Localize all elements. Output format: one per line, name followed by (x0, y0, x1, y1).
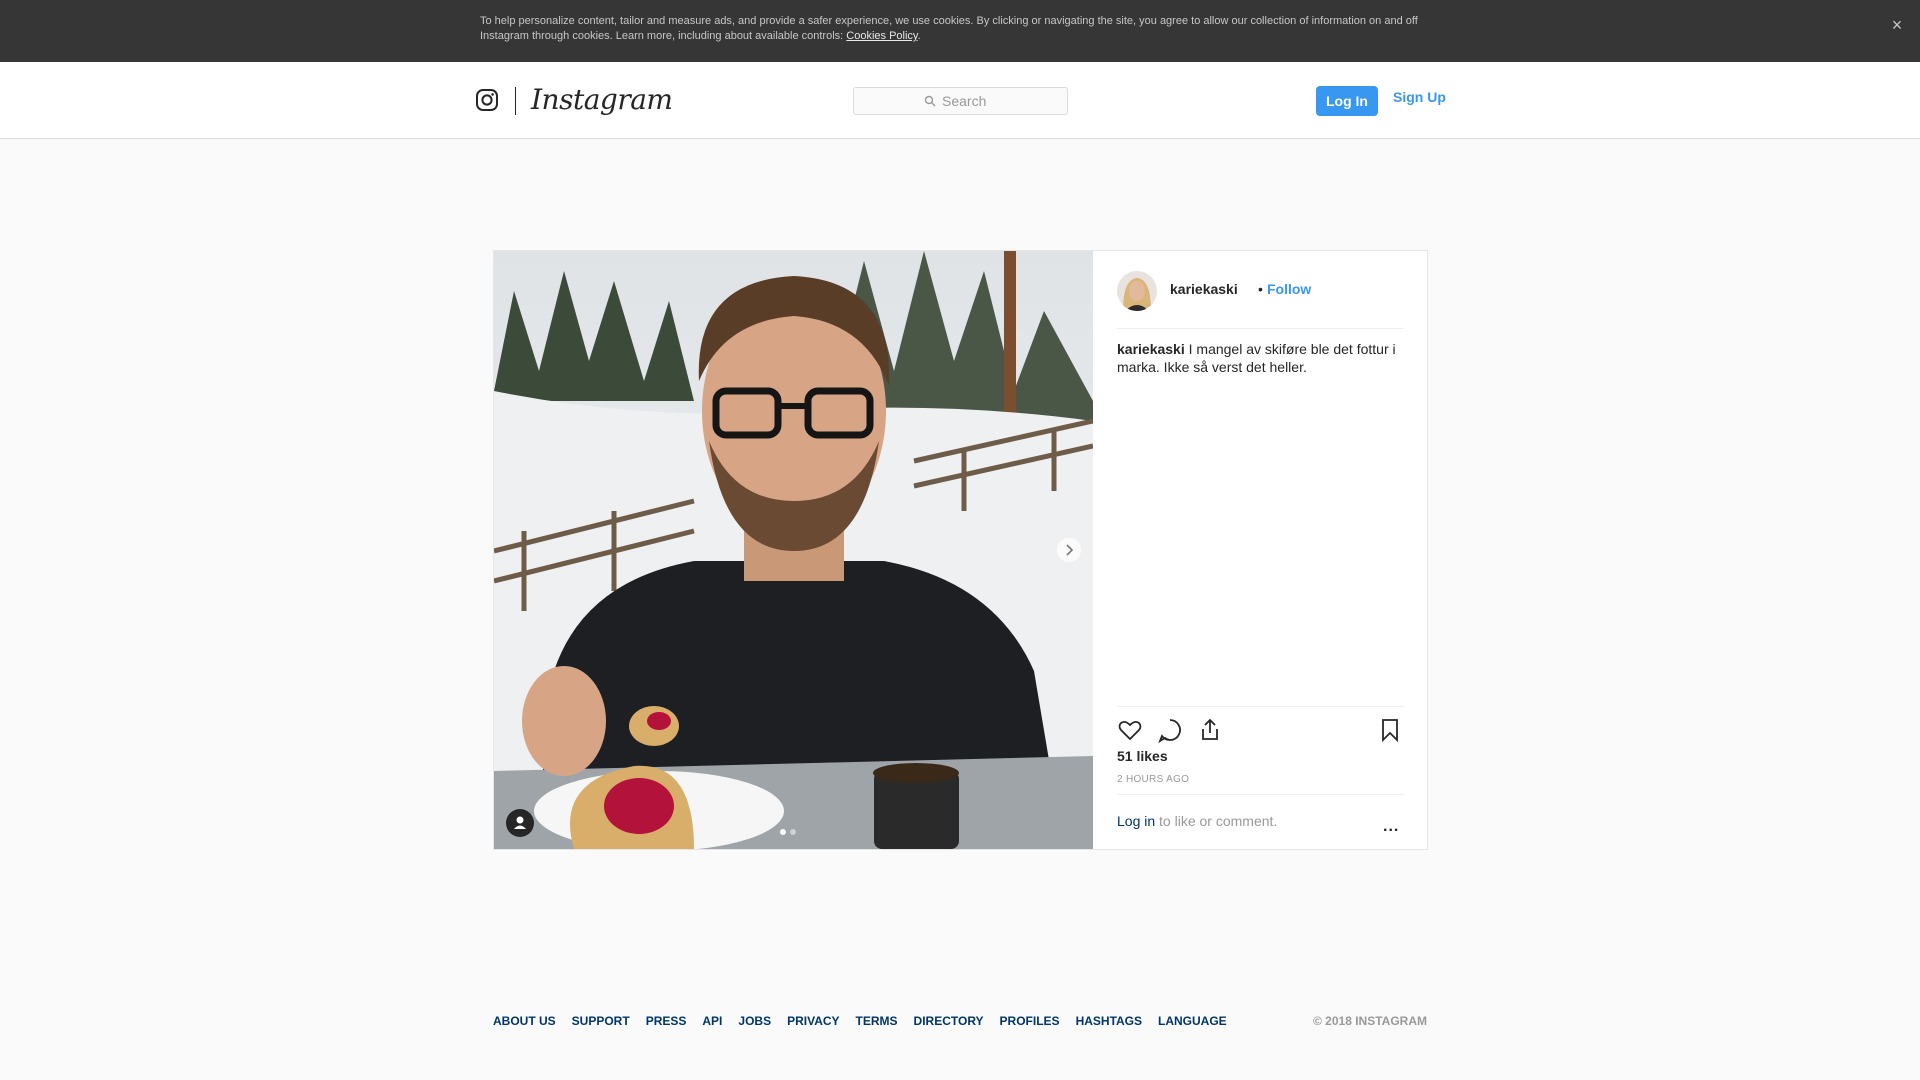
close-icon[interactable]: × (1886, 14, 1908, 36)
footer-link-press[interactable]: PRESS (646, 1014, 687, 1028)
footer-link-directory[interactable]: DIRECTORY (914, 1014, 984, 1028)
footer-link-api[interactable]: API (702, 1014, 722, 1028)
cookie-text-body: To help personalize content, tailor and … (480, 15, 1418, 42)
comment-icon[interactable] (1156, 716, 1184, 744)
instagram-camera-icon[interactable] (475, 88, 499, 112)
search-icon (924, 95, 936, 107)
separator-dot: • (1258, 281, 1263, 297)
copyright: © 2018 INSTAGRAM (1313, 1014, 1427, 1028)
post-photo-image (494, 251, 1093, 849)
follow-button[interactable]: Follow (1267, 281, 1311, 297)
search-input[interactable]: Search (853, 87, 1068, 115)
footer-link-hashtags[interactable]: HASHTAGS (1076, 1014, 1142, 1028)
log-in-link[interactable]: Log in (1117, 813, 1155, 829)
login-prompt-text: to like or comment. (1155, 813, 1278, 829)
post-timestamp[interactable]: 2 HOURS AGO (1117, 774, 1189, 785)
login-prompt: Log in to like or comment. (1117, 813, 1277, 829)
log-in-button[interactable]: Log In (1316, 86, 1378, 116)
post-caption: kariekaski I mangel av skiføre ble det f… (1117, 340, 1407, 376)
post-username[interactable]: kariekaski (1170, 281, 1238, 297)
post-photo[interactable] (494, 251, 1093, 849)
footer-link-privacy[interactable]: PRIVACY (787, 1014, 839, 1028)
caption-username[interactable]: kariekaski (1117, 341, 1185, 357)
share-icon[interactable] (1196, 716, 1224, 744)
sign-up-link[interactable]: Sign Up (1393, 89, 1446, 105)
footer-link-profiles[interactable]: PROFILES (1000, 1014, 1060, 1028)
cookie-text-suffix: . (917, 30, 921, 42)
post-sidebar: kariekaski • Follow kariekaski I mangel … (1093, 251, 1428, 849)
footer-link-about-us[interactable]: ABOUT US (493, 1014, 556, 1028)
tag-user-icon[interactable] (506, 809, 534, 837)
search-placeholder: Search (942, 93, 987, 109)
post-header: kariekaski • Follow (1117, 251, 1404, 329)
top-nav-bar: Instagram Search Log In Sign Up (0, 62, 1920, 139)
more-options-icon[interactable]: ... (1383, 818, 1399, 836)
bookmark-icon[interactable] (1376, 716, 1404, 744)
divider (1117, 706, 1404, 707)
cookie-banner-text: To help personalize content, tailor and … (480, 14, 1440, 44)
cookie-banner: To help personalize content, tailor and … (0, 0, 1920, 62)
footer-link-jobs[interactable]: JOBS (738, 1014, 771, 1028)
carousel-dot-active (780, 829, 786, 835)
footer-nav: ABOUT US SUPPORT PRESS API JOBS PRIVACY … (493, 1014, 1243, 1028)
footer-link-language[interactable]: LANGUAGE (1158, 1014, 1227, 1028)
chevron-right-icon[interactable] (1057, 538, 1081, 562)
likes-count[interactable]: 51 likes (1117, 748, 1168, 764)
post-card: kariekaski • Follow kariekaski I mangel … (493, 250, 1428, 850)
logo-divider (515, 87, 516, 115)
divider (1117, 794, 1404, 795)
heart-icon[interactable] (1116, 716, 1144, 744)
avatar[interactable] (1117, 271, 1157, 311)
footer-link-terms[interactable]: TERMS (856, 1014, 898, 1028)
cookies-policy-link[interactable]: Cookies Policy (846, 30, 917, 42)
footer-link-support[interactable]: SUPPORT (572, 1014, 630, 1028)
instagram-wordmark-logo[interactable]: Instagram (531, 83, 673, 116)
carousel-dot (790, 829, 796, 835)
